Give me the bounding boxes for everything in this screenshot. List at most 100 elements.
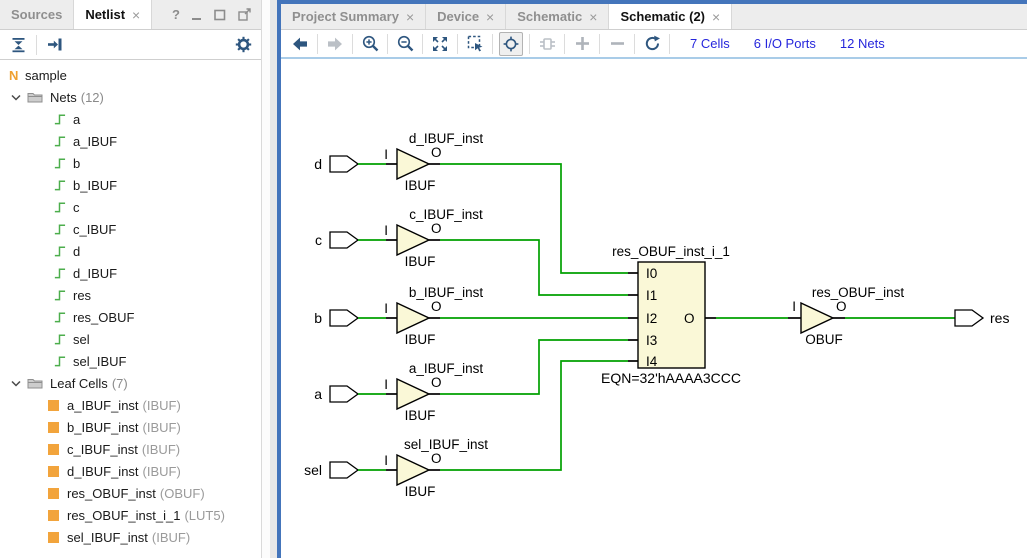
port-symbol-b[interactable] [330,310,358,326]
obuf-symbol[interactable] [801,303,833,333]
help-icon[interactable]: ? [172,7,180,22]
close-icon[interactable]: × [712,10,720,24]
maximize-icon[interactable] [214,9,226,21]
ibuf-d-symbol[interactable] [397,149,429,179]
schematic-canvas[interactable]: d I O d_IBUF_inst IBUF c I [281,59,1027,555]
autofit-selection-button[interactable] [499,32,523,56]
tab-sources[interactable]: Sources [0,0,74,29]
collapse-all-button[interactable] [7,34,29,56]
tab-schematic-2[interactable]: Schematic (2) × [609,4,732,29]
toolbar-separator [317,34,318,54]
tree-item-net-c[interactable]: c [0,196,261,218]
tree-item-cell-sel-ibuf-inst[interactable]: sel_IBUF_inst(IBUF) [0,526,261,548]
tree-item-net-res[interactable]: res [0,284,261,306]
close-icon[interactable]: × [589,10,597,24]
ibuf-sel-symbol[interactable] [397,455,429,485]
expand-cone-button[interactable] [571,33,593,55]
ibuf-b-symbol[interactable] [397,303,429,333]
tree-item-net-sel[interactable]: sel [0,328,261,350]
port-symbol-sel[interactable] [330,462,358,478]
tab-schematic[interactable]: Schematic × [506,4,609,29]
forward-button[interactable] [324,33,346,55]
toolbar-separator [352,34,353,54]
instance-label: d_IBUF_inst [409,131,484,146]
pin-label-i: I [384,147,388,162]
instance-label: c_IBUF_inst [409,207,483,222]
tree-item-net-res-obuf[interactable]: res_OBUF [0,306,261,328]
tree-item-cell-d-ibuf-inst[interactable]: d_IBUF_inst(IBUF) [0,460,261,482]
tree-item-net-d[interactable]: d [0,240,261,262]
zoom-selection-button[interactable] [464,33,486,55]
tab-device[interactable]: Device × [426,4,506,29]
pin-label-o: O [431,451,442,466]
cell-icon [48,488,59,499]
net-label: a [73,112,80,127]
scrollbar-gutter[interactable] [262,0,270,558]
tree-root-sample[interactable]: N sample [0,64,261,86]
toolbar-separator [634,34,635,54]
minimize-icon[interactable] [192,9,202,21]
close-icon[interactable]: × [486,10,494,24]
tree-group-nets[interactable]: Nets (12) [0,86,261,108]
tab-netlist[interactable]: Netlist × [74,0,152,29]
port-label-b: b [314,310,322,326]
close-icon[interactable]: × [132,8,140,22]
add-cell-button[interactable] [536,33,558,55]
close-icon[interactable]: × [406,10,414,24]
pin-label-i: I [384,377,388,392]
cells-count-link[interactable]: 7 Cells [690,36,730,51]
zoom-fit-button[interactable] [429,33,451,55]
net-icon [53,112,66,126]
scroll-to-icon [47,37,63,52]
net-icon [53,310,66,324]
cell-icon [48,400,59,411]
float-icon[interactable] [238,8,251,21]
schematic-panel: Project Summary × Device × Schematic × S… [277,0,1027,558]
scroll-to-selected-button[interactable] [44,34,66,56]
net-label: sel [73,332,90,347]
tree-item-net-c-ibuf[interactable]: c_IBUF [0,218,261,240]
port-symbol-a[interactable] [330,386,358,402]
regenerate-button[interactable] [641,33,663,55]
net-icon [53,332,66,346]
nets-count-link[interactable]: 12 Nets [840,36,885,51]
tree-item-net-d-ibuf[interactable]: d_IBUF [0,262,261,284]
io-ports-count-link[interactable]: 6 I/O Ports [754,36,816,51]
zoom-out-button[interactable] [394,33,416,55]
type-label: OBUF [805,332,843,347]
tree-item-net-a-ibuf[interactable]: a_IBUF [0,130,261,152]
netlist-panel: Sources Netlist × ? [0,0,270,558]
port-symbol-res[interactable] [955,310,983,326]
ibuf-c-group: c I O c_IBUF_inst IBUF [315,207,628,295]
port-symbol-d[interactable] [330,156,358,172]
tree-item-net-sel-ibuf[interactable]: sel_IBUF [0,350,261,372]
tree-item-net-b[interactable]: b [0,152,261,174]
net-icon [53,288,66,302]
folder-icon [27,91,43,103]
settings-button[interactable] [232,34,254,56]
port-symbol-c[interactable] [330,232,358,248]
zoom-in-button[interactable] [359,33,381,55]
back-button[interactable] [289,33,311,55]
tree-item-net-b-ibuf[interactable]: b_IBUF [0,174,261,196]
tree-item-cell-res-obuf-inst[interactable]: res_OBUF_inst(OBUF) [0,482,261,504]
tree-item-cell-b-ibuf-inst[interactable]: b_IBUF_inst(IBUF) [0,416,261,438]
instance-label: res_OBUF_inst [812,285,905,300]
ibuf-a-symbol[interactable] [397,379,429,409]
chevron-down-icon[interactable] [11,94,21,101]
chevron-down-icon[interactable] [11,380,21,387]
net-icon [53,354,66,368]
wire-sel-ibuf[interactable] [440,361,628,470]
type-label: IBUF [405,408,436,423]
tree-item-cell-a-ibuf-inst[interactable]: a_IBUF_inst(IBUF) [0,394,261,416]
tree-item-cell-c-ibuf-inst[interactable]: c_IBUF_inst(IBUF) [0,438,261,460]
tree-item-cell-res-obuf-inst-i-1[interactable]: res_OBUF_inst_i_1(LUT5) [0,504,261,526]
zoom-out-icon [397,35,414,52]
type-label: IBUF [405,484,436,499]
tree-group-leaf-cells[interactable]: Leaf Cells (7) [0,372,261,394]
collapse-cone-button[interactable] [606,33,628,55]
tab-project-summary[interactable]: Project Summary × [281,4,426,29]
port-label-a: a [314,386,322,402]
tree-item-net-a[interactable]: a [0,108,261,130]
ibuf-c-symbol[interactable] [397,225,429,255]
